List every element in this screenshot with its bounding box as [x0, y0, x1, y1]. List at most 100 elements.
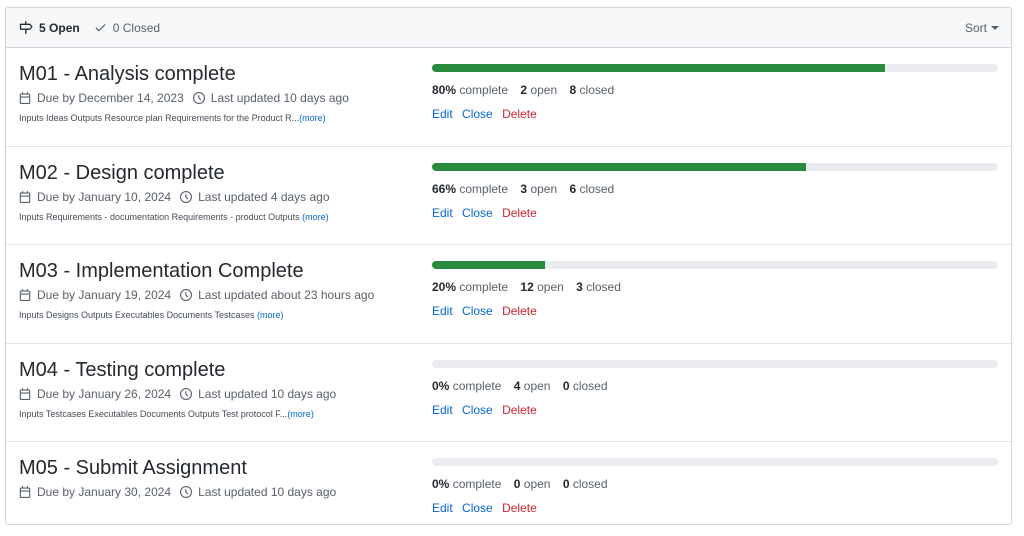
progress-bar	[432, 64, 998, 72]
edit-link[interactable]: Edit	[432, 206, 453, 220]
edit-link[interactable]: Edit	[432, 107, 453, 121]
delete-link[interactable]: Delete	[502, 206, 537, 220]
closed-label: Closed	[122, 20, 161, 35]
due-date: Due by January 26, 2024	[19, 387, 171, 401]
percent-complete: 80% complete	[432, 83, 509, 97]
calendar-icon	[19, 92, 31, 104]
sort-label: Sort	[964, 20, 987, 35]
milestone-title[interactable]: M04 - Testing complete	[19, 358, 419, 382]
check-icon	[95, 24, 106, 32]
clock-icon	[180, 486, 193, 499]
due-date: Due by December 14, 2023	[19, 91, 184, 105]
edit-link[interactable]: Edit	[432, 403, 453, 417]
due-text: Due by January 19, 2024	[37, 288, 172, 303]
milestone-description: Inputs Testcases Executables Documents O…	[19, 409, 419, 419]
open-issues[interactable]: 0 open	[514, 477, 551, 491]
edit-link[interactable]: Edit	[432, 501, 453, 515]
due-date: Due by January 10, 2024	[19, 190, 171, 204]
close-link[interactable]: Close	[462, 206, 493, 220]
milestone-icon	[19, 20, 33, 34]
milestone-info: M02 - Design complete Due by January 10,…	[19, 161, 419, 222]
caret-down-icon	[991, 26, 999, 30]
milestone-info: M05 - Submit Assignment Due by January 3…	[19, 456, 419, 507]
milestone-actions: Edit Close Delete	[432, 107, 998, 121]
progress-bar	[432, 162, 998, 171]
milestone-list: M01 - Analysis complete Due by December …	[6, 48, 1011, 524]
milestone-actions: Edit Close Delete	[432, 206, 998, 220]
milestone-title[interactable]: M03 - Implementation Complete	[19, 259, 419, 283]
edit-link[interactable]: Edit	[432, 304, 453, 318]
closed-issues[interactable]: 6 closed	[570, 182, 615, 196]
updated-text: Last updated 10 days ago	[210, 91, 349, 105]
delete-link[interactable]: Delete	[502, 403, 537, 417]
closed-issues[interactable]: 0 closed	[563, 379, 608, 393]
more-link[interactable]: (more)	[257, 310, 284, 320]
calendar-icon	[19, 289, 31, 302]
updated-text: Last updated 10 days ago	[198, 485, 337, 500]
close-link[interactable]: Close	[462, 501, 493, 515]
milestone-info: M04 - Testing complete Due by January 26…	[19, 358, 419, 419]
open-label: Open	[49, 20, 80, 35]
open-count: 5	[39, 20, 46, 35]
more-link[interactable]: (more)	[287, 409, 314, 419]
due-date: Due by January 30, 2024	[19, 485, 171, 499]
milestone-stats: 66% complete 3 open 6 closed	[432, 182, 998, 196]
open-issues[interactable]: 12 open	[520, 280, 563, 294]
more-link[interactable]: (more)	[302, 212, 329, 222]
close-link[interactable]: Close	[462, 107, 493, 121]
milestone-row: M04 - Testing complete Due by January 26…	[6, 344, 1011, 443]
clock-icon	[180, 289, 193, 302]
progress-bar-fill	[432, 64, 885, 72]
description-text: Inputs Ideas Outputs Resource plan Requi…	[19, 113, 300, 123]
progress-bar	[432, 261, 998, 270]
calendar-icon	[19, 190, 31, 203]
sort-dropdown[interactable]: Sort	[965, 21, 999, 35]
milestone-stats: 0% complete 0 open 0 closed	[432, 477, 998, 491]
updated-text: Last updated 10 days ago	[198, 386, 337, 401]
clock-icon	[180, 387, 193, 400]
percent-complete: 66% complete	[432, 181, 509, 196]
calendar-icon	[19, 387, 31, 400]
milestone-row: M03 - Implementation Complete Due by Jan…	[6, 245, 1011, 344]
milestone-title[interactable]: M05 - Submit Assignment	[19, 456, 419, 480]
progress-bar-fill	[432, 162, 806, 171]
progress-bar	[432, 359, 998, 368]
updated-text: Last updated 4 days ago	[198, 189, 330, 204]
milestone-stats: 80% complete 2 open 8 closed	[432, 83, 998, 97]
closed-issues[interactable]: 3 closed	[576, 280, 621, 294]
milestone-title[interactable]: M01 - Analysis complete	[19, 62, 419, 86]
open-issues[interactable]: 4 open	[514, 379, 551, 393]
milestone-description: Inputs Ideas Outputs Resource plan Requi…	[19, 113, 419, 123]
percent-complete: 0% complete	[432, 477, 502, 492]
milestone-title[interactable]: M02 - Design complete	[19, 161, 419, 185]
open-issues[interactable]: 3 open	[520, 182, 557, 196]
milestones-box: 5 Open 0 Closed Sort M01 - Analysis comp…	[5, 7, 1012, 525]
closed-issues[interactable]: 8 closed	[570, 83, 615, 97]
open-issues[interactable]: 2 open	[520, 83, 557, 97]
milestone-progress: 0% complete 0 open 0 closed Edit Close D…	[432, 458, 998, 515]
delete-link[interactable]: Delete	[502, 501, 537, 515]
description-text: Inputs Requirements - documentation Requ…	[19, 211, 303, 222]
milestone-description: Inputs Designs Outputs Executables Docum…	[19, 310, 419, 320]
description-text: Inputs Designs Outputs Executables Docum…	[19, 310, 257, 321]
closed-filter[interactable]: 0 Closed	[94, 21, 160, 35]
milestone-meta: Due by January 10, 2024 Last updated 4 d…	[19, 190, 419, 204]
last-updated: Last updated 10 days ago	[180, 485, 336, 499]
milestones-header: 5 Open 0 Closed Sort	[6, 8, 1011, 48]
close-link[interactable]: Close	[462, 304, 493, 318]
milestone-row: M05 - Submit Assignment Due by January 3…	[6, 442, 1011, 524]
milestone-stats: 0% complete 4 open 0 closed	[432, 379, 998, 393]
close-link[interactable]: Close	[462, 403, 493, 417]
due-text: Due by January 26, 2024	[37, 386, 172, 401]
milestone-meta: Due by January 30, 2024 Last updated 10 …	[19, 485, 419, 499]
milestone-row: M02 - Design complete Due by January 10,…	[6, 147, 1011, 246]
clock-icon	[180, 190, 193, 203]
open-filter[interactable]: 5 Open	[19, 20, 80, 35]
delete-link[interactable]: Delete	[502, 107, 537, 121]
more-link[interactable]: (more)	[299, 113, 326, 123]
delete-link[interactable]: Delete	[502, 304, 537, 318]
milestone-actions: Edit Close Delete	[432, 304, 998, 318]
milestone-description: Inputs Requirements - documentation Requ…	[19, 212, 419, 222]
closed-issues[interactable]: 0 closed	[563, 477, 608, 491]
progress-bar	[432, 458, 998, 467]
